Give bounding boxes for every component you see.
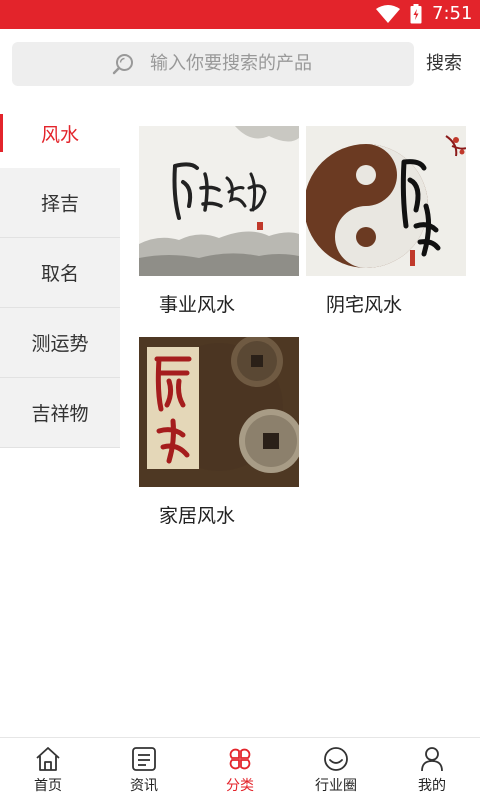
category-sidebar: 风水 择吉 取名 测运势 吉祥物 — [0, 98, 120, 450]
nav-item-industry[interactable]: 行业圈 — [288, 746, 384, 795]
product-title: 家居风水 — [159, 505, 236, 527]
battery-charging-icon — [410, 4, 422, 24]
nav-item-category[interactable]: 分类 — [192, 746, 288, 795]
nav-item-home[interactable]: 首页 — [0, 746, 96, 795]
product-image — [139, 337, 299, 487]
wifi-icon — [376, 5, 400, 23]
home-icon — [36, 747, 60, 771]
sidebar-item-zeji[interactable]: 择吉 — [0, 168, 120, 238]
screen: 7:51 输入你要搜索的产品 搜索 风水 择吉 取名 测运势 吉祥物 事业风水 … — [0, 0, 480, 800]
sidebar-item-label: 吉祥物 — [31, 403, 89, 425]
sidebar-item-quming[interactable]: 取名 — [0, 238, 120, 308]
sidebar-item-label: 风水 — [40, 123, 79, 146]
search-input[interactable]: 输入你要搜索的产品 — [12, 42, 414, 86]
sidebar-item-label: 取名 — [40, 263, 79, 285]
search-placeholder: 输入你要搜索的产品 — [150, 53, 312, 74]
clock-time: 7:51 — [432, 3, 473, 24]
product-card[interactable]: 事业风水 — [139, 126, 299, 317]
sidebar-item-ceyunshi[interactable]: 测运势 — [0, 308, 120, 378]
nav-label: 行业圈 — [315, 778, 357, 794]
bottom-nav: 首页 资讯 分类 行业圈 我的 — [0, 737, 480, 800]
search-icon — [112, 54, 133, 75]
search-button[interactable]: 搜索 — [426, 52, 462, 76]
status-bar: 7:51 — [0, 0, 480, 29]
product-image — [139, 126, 299, 276]
category-icon — [229, 748, 251, 770]
nav-item-mine[interactable]: 我的 — [384, 746, 480, 795]
product-card[interactable]: 阴宅风水 — [306, 126, 466, 317]
product-title: 事业风水 — [159, 294, 236, 316]
nav-item-news[interactable]: 资讯 — [96, 746, 192, 795]
nav-label: 首页 — [34, 778, 62, 794]
product-image — [306, 126, 466, 276]
sidebar-item-label: 择吉 — [40, 193, 79, 215]
news-icon — [132, 747, 156, 771]
product-card[interactable]: 家居风水 — [139, 337, 299, 528]
product-title: 阴宅风水 — [326, 294, 403, 316]
sidebar-item-label: 测运势 — [31, 333, 89, 355]
nav-label: 分类 — [226, 778, 254, 794]
nav-label: 资讯 — [130, 778, 158, 794]
user-icon — [421, 747, 443, 772]
sidebar-item-fengshui[interactable]: 风水 — [0, 98, 120, 168]
nav-label: 我的 — [418, 778, 446, 794]
smile-icon — [324, 747, 348, 771]
sidebar-item-jixiangwu[interactable]: 吉祥物 — [0, 378, 120, 448]
